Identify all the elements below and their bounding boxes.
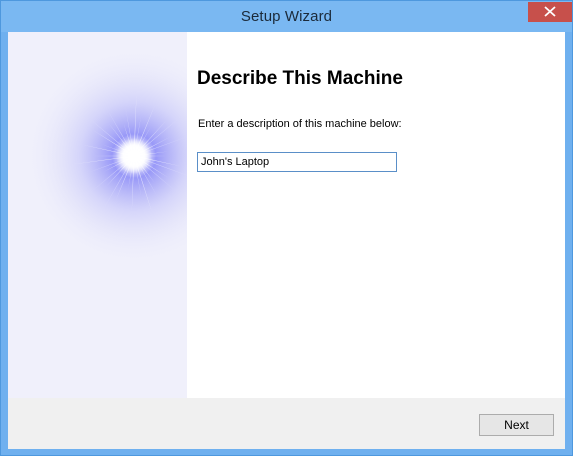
- close-icon: [544, 6, 556, 17]
- title-bar[interactable]: Setup Wizard: [1, 1, 572, 32]
- content-panel: Describe This Machine Enter a descriptio…: [187, 32, 565, 398]
- instructions-label: Enter a description of this machine belo…: [198, 118, 402, 130]
- side-panel: [8, 32, 187, 398]
- setup-wizard-window: Setup Wizard Describe This Machine Enter…: [0, 0, 573, 456]
- footer-bar: Next: [8, 398, 565, 449]
- description-input[interactable]: [197, 152, 397, 172]
- page-title: Describe This Machine: [197, 68, 403, 89]
- close-button[interactable]: [528, 2, 572, 22]
- starburst-graphic: [8, 32, 187, 398]
- wizard-client-area: Describe This Machine Enter a descriptio…: [8, 32, 565, 449]
- window-title: Setup Wizard: [240, 8, 333, 25]
- next-button[interactable]: Next: [479, 414, 554, 436]
